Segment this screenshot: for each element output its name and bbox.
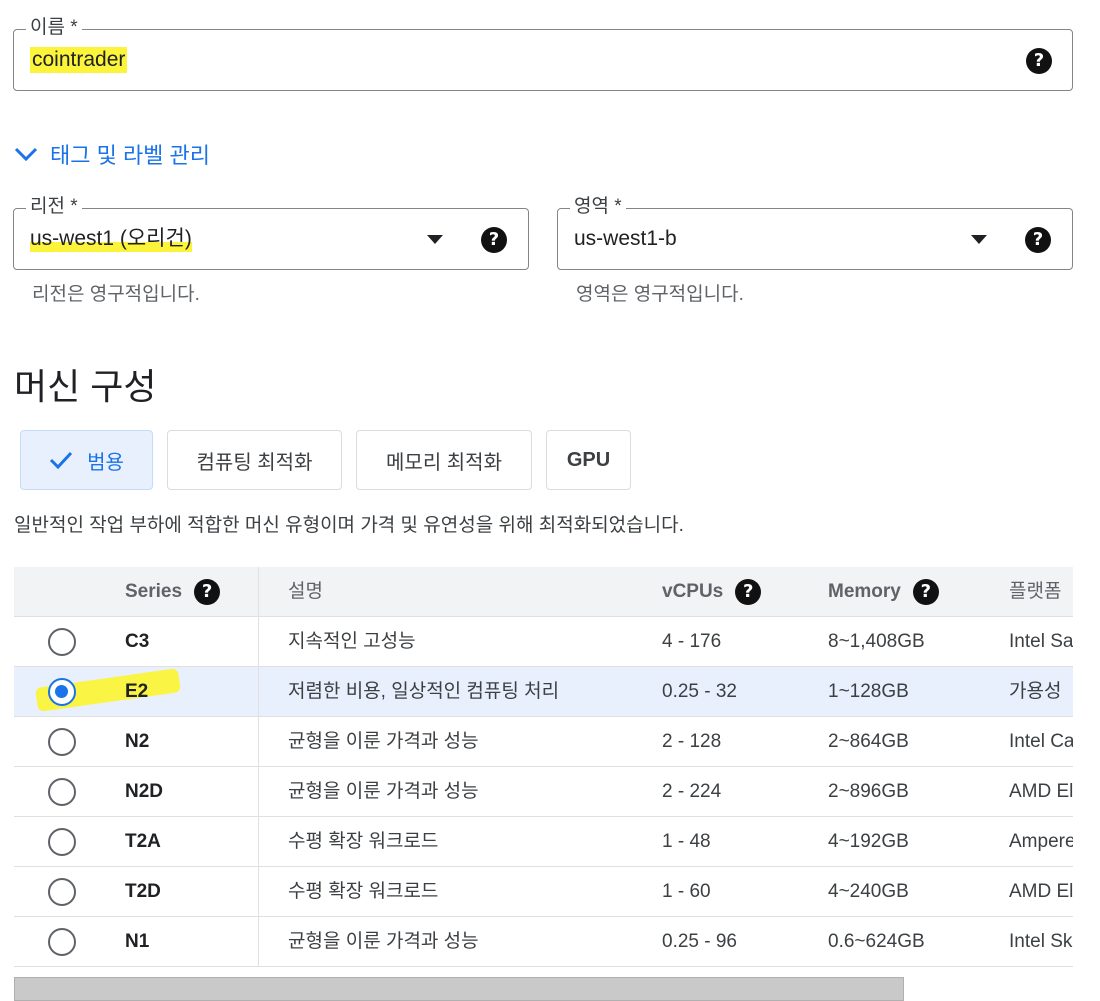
- series-platform: Intel Ca: [1009, 731, 1073, 752]
- region-select[interactable]: 리전 * us-west1 (오리건) ?: [13, 195, 529, 270]
- machine-config-title: 머신 구성: [14, 366, 157, 407]
- series-name: C3: [125, 631, 150, 652]
- platform-header: 플랫폼: [1009, 581, 1062, 602]
- zone-value: us-west1-b: [574, 227, 677, 250]
- help-icon[interactable]: ?: [1025, 227, 1051, 253]
- series-name: N1: [125, 931, 150, 952]
- vcpus-header: vCPUs ?: [662, 567, 762, 617]
- series-radio[interactable]: [48, 928, 76, 956]
- series-vcpus: 2 - 224: [662, 781, 722, 802]
- manage-tags-labels-toggle[interactable]: 태그 및 라벨 관리: [14, 138, 210, 170]
- table-row[interactable]: N2 균형을 이룬 가격과 성능 2 - 128 2~864GB Intel C…: [14, 717, 1073, 767]
- name-input[interactable]: cointrader: [30, 47, 128, 73]
- series-vcpus: 1 - 48: [662, 831, 711, 852]
- series-radio[interactable]: [48, 878, 76, 906]
- horizontal-scrollbar[interactable]: [14, 977, 904, 1001]
- zone-label: 영역 *: [570, 195, 626, 219]
- series-vcpus: 0.25 - 32: [662, 681, 737, 702]
- tab-memory-optimized[interactable]: 메모리 최적화: [356, 430, 532, 490]
- series-description: 균형을 이룬 가격과 성능: [288, 781, 479, 802]
- table-row[interactable]: T2D 수평 확장 워크로드 1 - 60 4~240GB AMD El: [14, 867, 1073, 917]
- series-memory: 0.6~624GB: [828, 931, 925, 952]
- series-vcpus: 1 - 60: [662, 881, 711, 902]
- help-icon[interactable]: ?: [1026, 48, 1052, 74]
- series-description: 수평 확장 워크로드: [288, 831, 439, 852]
- series-name: N2D: [125, 781, 164, 802]
- vcpus-header-label: vCPUs: [662, 581, 724, 602]
- name-field[interactable]: 이름 * cointrader ?: [13, 16, 1073, 91]
- table-row[interactable]: E2 저렴한 비용, 일상적인 컴퓨팅 처리 0.25 - 32 1~128GB…: [14, 667, 1073, 717]
- series-memory: 1~128GB: [828, 681, 909, 702]
- series-platform: AMD El: [1009, 781, 1073, 802]
- series-memory: 2~864GB: [828, 731, 909, 752]
- series-description: 지속적인 고성능: [288, 631, 416, 652]
- tab-memory-optimized-label: 메모리 최적화: [386, 451, 502, 474]
- help-icon[interactable]: ?: [735, 579, 762, 605]
- series-description: 균형을 이룬 가격과 성능: [288, 931, 479, 952]
- machine-series-table: Series ? 설명 vCPUs ? Memory ? 플랫폼 C3 지속적인…: [14, 567, 1073, 967]
- series-vcpus: 0.25 - 96: [662, 931, 737, 952]
- series-vcpus: 2 - 128: [662, 731, 722, 752]
- manage-tags-labels-label: 태그 및 라벨 관리: [50, 143, 211, 168]
- series-platform: Ampere: [1009, 831, 1073, 852]
- series-header-label: Series: [125, 581, 183, 602]
- tab-general-purpose[interactable]: 범용: [20, 430, 153, 490]
- series-radio[interactable]: [48, 678, 76, 706]
- dropdown-caret-icon[interactable]: [427, 235, 443, 244]
- series-platform: AMD El: [1009, 881, 1073, 902]
- series-radio[interactable]: [48, 628, 76, 656]
- series-name: T2D: [125, 881, 161, 902]
- series-radio[interactable]: [48, 778, 76, 806]
- check-icon: [50, 451, 73, 469]
- chevron-down-icon: [14, 147, 38, 162]
- tab-general-purpose-label: 범용: [87, 451, 124, 474]
- dropdown-caret-icon[interactable]: [971, 235, 987, 244]
- zone-hint: 영역은 영구적입니다.: [576, 284, 744, 305]
- region-value: us-west1 (오리건): [30, 226, 192, 252]
- column-divider: [258, 567, 259, 967]
- series-description: 균형을 이룬 가격과 성능: [288, 731, 479, 752]
- series-memory: 8~1,408GB: [828, 631, 925, 652]
- series-name: N2: [125, 731, 150, 752]
- memory-header: Memory ?: [828, 567, 939, 617]
- series-header: Series ?: [125, 567, 221, 617]
- series-memory: 4~240GB: [828, 881, 909, 902]
- tab-compute-optimized-label: 컴퓨팅 최적화: [196, 451, 313, 474]
- machine-config-description: 일반적인 작업 부하에 적합한 머신 유형이며 가격 및 유연성을 위해 최적화…: [14, 515, 684, 536]
- tab-compute-optimized[interactable]: 컴퓨팅 최적화: [167, 430, 342, 490]
- series-platform: Intel Sa: [1009, 631, 1073, 652]
- series-radio[interactable]: [48, 828, 76, 856]
- series-description: 저렴한 비용, 일상적인 컴퓨팅 처리: [288, 681, 560, 702]
- series-memory: 2~896GB: [828, 781, 909, 802]
- table-row[interactable]: N2D 균형을 이룬 가격과 성능 2 - 224 2~896GB AMD El: [14, 767, 1073, 817]
- series-platform: 가용성: [1009, 681, 1062, 702]
- help-icon[interactable]: ?: [481, 227, 507, 253]
- table-row[interactable]: T2A 수평 확장 워크로드 1 - 48 4~192GB Ampere: [14, 817, 1073, 867]
- series-vcpus: 4 - 176: [662, 631, 722, 652]
- region-hint: 리전은 영구적입니다.: [32, 284, 200, 305]
- desc-header: 설명: [288, 581, 323, 602]
- series-name: E2: [125, 681, 149, 702]
- series-description: 수평 확장 워크로드: [288, 881, 439, 902]
- name-field-label: 이름 *: [26, 16, 82, 40]
- tab-gpu-label: GPU: [566, 448, 611, 471]
- table-row[interactable]: N1 균형을 이룬 가격과 성능 0.25 - 96 0.6~624GB Int…: [14, 917, 1073, 967]
- table-row[interactable]: C3 지속적인 고성능 4 - 176 8~1,408GB Intel Sa: [14, 617, 1073, 667]
- series-memory: 4~192GB: [828, 831, 909, 852]
- zone-select[interactable]: 영역 * us-west1-b ?: [557, 195, 1073, 270]
- memory-header-label: Memory: [828, 581, 901, 602]
- series-name: T2A: [125, 831, 161, 852]
- help-icon[interactable]: ?: [194, 579, 221, 605]
- tab-gpu[interactable]: GPU: [546, 430, 631, 490]
- table-header-row: Series ? 설명 vCPUs ? Memory ? 플랫폼: [14, 567, 1073, 617]
- region-label: 리전 *: [26, 195, 82, 219]
- series-radio[interactable]: [48, 728, 76, 756]
- help-icon[interactable]: ?: [912, 579, 939, 605]
- series-platform: Intel Sk: [1009, 931, 1073, 952]
